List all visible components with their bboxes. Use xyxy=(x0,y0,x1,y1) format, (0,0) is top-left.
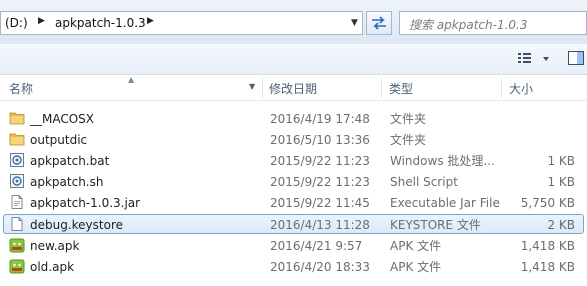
column-date[interactable]: 修改日期 xyxy=(269,76,317,100)
file-date: 2016/4/19 17:48 xyxy=(270,112,370,126)
column-header: ▲ 名称 ▼ 修改日期 类型 大小 xyxy=(0,75,587,101)
apk-icon xyxy=(9,238,25,253)
file-type: APK 文件 xyxy=(390,239,442,253)
column-divider[interactable] xyxy=(381,78,382,98)
search-input[interactable]: 搜索 apkpatch-1.0.3 xyxy=(399,11,587,35)
file-size: 2 KB xyxy=(547,218,575,232)
file-name: __MACOSX xyxy=(30,112,95,126)
file-row[interactable]: apkpatch-1.0.3.jar 2015/9/22 11:45 Execu… xyxy=(0,192,587,213)
file-row[interactable]: new.apk 2016/4/21 9:57 APK 文件 1,418 KB xyxy=(0,235,587,256)
column-filter-dropdown-icon[interactable]: ▼ xyxy=(249,82,255,91)
file-row-selected[interactable]: debug.keystore 2016/4/13 11:28 KEYSTORE … xyxy=(0,214,587,235)
file-date: 2015/9/22 11:23 xyxy=(270,175,370,189)
file-name: apkpatch-1.0.3.jar xyxy=(30,196,141,210)
file-size: 1,418 KB xyxy=(520,239,575,253)
file-type: 文件夹 xyxy=(390,133,427,147)
column-name[interactable]: 名称 xyxy=(9,76,33,100)
file-size: 1 KB xyxy=(547,175,575,189)
file-name: debug.keystore xyxy=(30,218,124,232)
column-divider[interactable] xyxy=(501,78,502,98)
file-date: 2015/9/22 11:23 xyxy=(270,154,370,168)
file-size: 1 KB xyxy=(547,154,575,168)
file-date: 2016/4/21 9:57 xyxy=(270,239,363,253)
column-divider[interactable] xyxy=(262,78,263,98)
file-row[interactable]: apkpatch.bat 2015/9/22 11:23 Windows 批处理… xyxy=(0,150,587,171)
file-row[interactable]: outputdic 2016/5/10 13:36 文件夹 xyxy=(0,129,587,150)
address-dropdown-icon[interactable]: ▼ xyxy=(351,18,358,28)
change-view-button[interactable] xyxy=(516,50,556,68)
sort-ascending-icon: ▲ xyxy=(128,75,135,84)
breadcrumb-arrow-icon[interactable]: ▶ xyxy=(38,16,45,26)
breadcrumb-folder[interactable]: apkpatch-1.0.3 xyxy=(55,16,146,30)
file-date: 2015/9/22 11:45 xyxy=(270,196,370,210)
file-date: 2016/5/10 13:36 xyxy=(270,133,370,147)
file-size: 5,750 KB xyxy=(520,196,575,210)
file-type: Executable Jar File xyxy=(390,196,500,210)
file-type: 文件夹 xyxy=(390,112,427,126)
refresh-icon xyxy=(372,16,386,30)
apk-icon xyxy=(9,259,25,274)
blank-file-icon xyxy=(11,217,23,231)
file-row[interactable]: apkpatch.sh 2015/9/22 11:23 Shell Script… xyxy=(0,171,587,192)
folder-icon xyxy=(9,133,25,146)
script-icon xyxy=(10,153,24,167)
column-size[interactable]: 大小 xyxy=(509,76,533,100)
file-size: 1,418 KB xyxy=(520,260,575,274)
command-toolbar xyxy=(0,44,587,75)
breadcrumb-arrow-icon[interactable]: ▶ xyxy=(147,16,154,26)
address-bar-area: (D:) ▶ apkpatch-1.0.3 ▶ ▼ 搜索 apkpatch-1.… xyxy=(0,0,587,44)
file-name: outputdic xyxy=(30,133,88,147)
file-name: apkpatch.bat xyxy=(30,154,110,168)
file-name: new.apk xyxy=(30,239,80,253)
file-type: Shell Script xyxy=(390,175,458,189)
view-details-icon xyxy=(518,53,549,63)
file-type: KEYSTORE 文件 xyxy=(390,218,481,232)
file-name: apkpatch.sh xyxy=(30,175,104,189)
file-type: Windows 批处理... xyxy=(390,154,495,168)
preview-pane-button[interactable] xyxy=(567,49,585,67)
preview-pane-icon xyxy=(568,51,584,65)
file-row[interactable]: __MACOSX 2016/4/19 17:48 文件夹 xyxy=(0,108,587,129)
column-type[interactable]: 类型 xyxy=(389,76,413,100)
folder-icon xyxy=(9,112,25,125)
search-placeholder: 搜索 apkpatch-1.0.3 xyxy=(409,18,528,32)
file-type: APK 文件 xyxy=(390,260,442,274)
refresh-button[interactable] xyxy=(366,11,392,35)
file-row[interactable]: old.apk 2016/4/20 18:33 APK 文件 1,418 KB xyxy=(0,256,587,277)
script-icon xyxy=(10,174,24,188)
file-date: 2016/4/20 18:33 xyxy=(270,260,370,274)
file-name: old.apk xyxy=(30,260,75,274)
breadcrumb-drive[interactable]: (D:) xyxy=(5,16,28,30)
jar-icon xyxy=(11,195,23,209)
address-bar[interactable]: (D:) ▶ apkpatch-1.0.3 ▶ ▼ xyxy=(0,11,363,35)
file-date: 2016/4/13 11:28 xyxy=(270,218,370,232)
